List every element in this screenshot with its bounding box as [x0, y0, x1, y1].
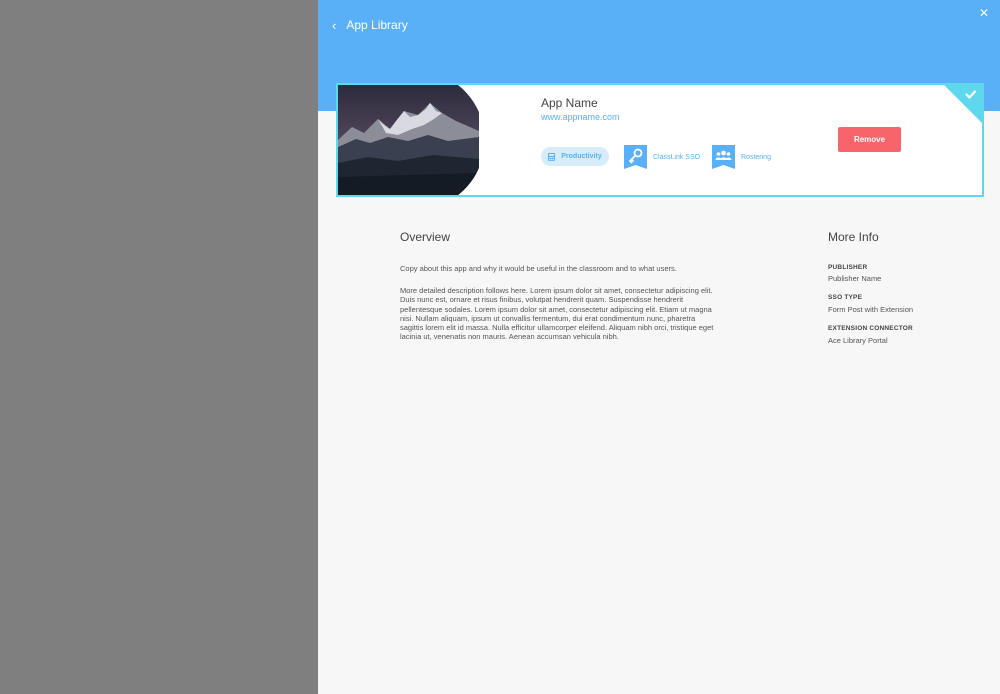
- back-to-app-library-link[interactable]: ‹ App Library: [332, 14, 408, 36]
- publisher-label: PUBLISHER: [828, 264, 868, 271]
- header-title: App Library: [346, 18, 408, 32]
- app-detail-panel: ‹ App Library ✕ App Name www.appname.com…: [318, 0, 1000, 694]
- app-url-link[interactable]: www.appname.com: [541, 112, 620, 122]
- app-card: App Name www.appname.com Productivity Cl: [336, 83, 984, 197]
- app-name: App Name: [541, 96, 598, 110]
- category-tag[interactable]: Productivity: [541, 147, 609, 166]
- overview-title: Overview: [400, 230, 451, 244]
- extension-connector-value: Ace Library Portal: [828, 336, 888, 345]
- sso-type-value: Form Post with Extension: [828, 305, 914, 314]
- extension-connector-label: EXTENSION CONNECTOR: [828, 325, 913, 332]
- feature-label: ClassLink SSO: [653, 153, 701, 161]
- publisher-value: Publisher Name: [828, 274, 882, 283]
- feature-classlink-sso: ClassLink SSO: [624, 145, 700, 169]
- overview-intro: Copy about this app and why it would be …: [400, 264, 677, 273]
- users-icon: [712, 145, 735, 169]
- app-image: [338, 85, 479, 195]
- feature-label: Rostering: [741, 153, 771, 161]
- key-icon: [624, 145, 647, 169]
- chevron-left-icon: ‹: [332, 17, 337, 33]
- feature-rostering: Rostering: [712, 145, 771, 169]
- remove-button[interactable]: Remove: [838, 127, 901, 152]
- sso-type-label: SSO TYPE: [828, 294, 863, 301]
- calculator-icon: [548, 152, 556, 161]
- overview-description: More detailed description follows here. …: [400, 286, 714, 342]
- more-info-title: More Info: [828, 230, 879, 244]
- added-badge: [944, 85, 982, 123]
- category-tag-label: Productivity: [561, 153, 602, 160]
- close-icon[interactable]: ✕: [977, 6, 991, 20]
- background-overlay[interactable]: [0, 0, 318, 694]
